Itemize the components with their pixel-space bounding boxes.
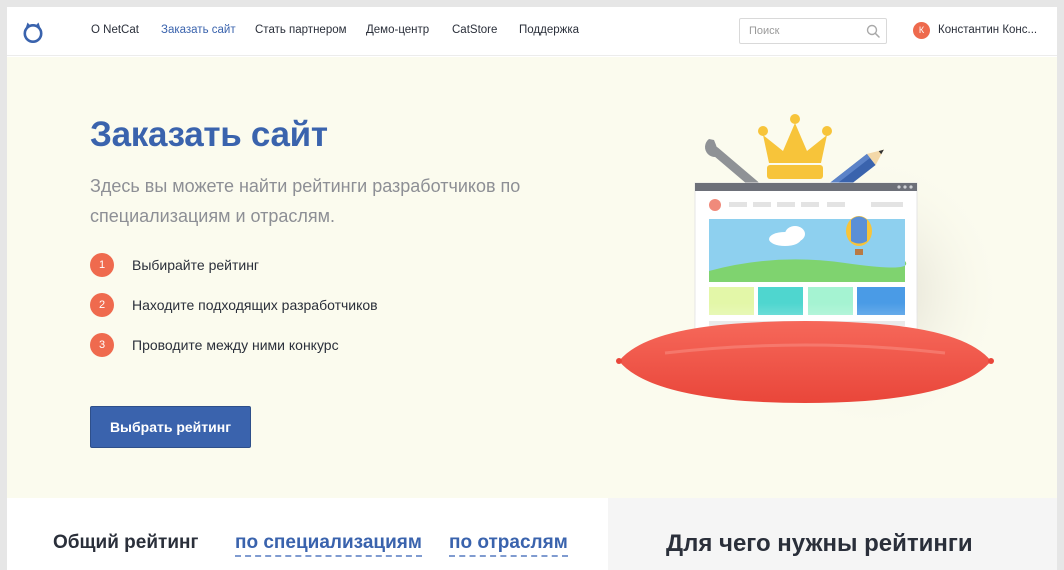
avatar[interactable]: К: [913, 22, 930, 39]
nav-item-order-site[interactable]: Заказать сайт: [161, 24, 236, 36]
page-title: Заказать сайт: [90, 115, 328, 154]
hero-subtitle: Здесь вы можете найти рейтинги разработч…: [90, 176, 521, 226]
step-text: Находите подходящих разработчиков: [132, 297, 378, 313]
why-ratings-title: Для чего нужны рейтинги: [666, 530, 973, 557]
step-number-badge: 3: [90, 333, 114, 357]
step-text: Проводите между ними конкурс: [132, 337, 339, 353]
search-box: [739, 18, 887, 44]
crown-icon: [758, 114, 832, 179]
nav-item-about[interactable]: О NetCat: [91, 24, 139, 36]
nav-item-become-partner[interactable]: Стать партнером: [255, 24, 347, 36]
choose-rating-button[interactable]: Выбрать рейтинг: [90, 406, 251, 448]
step-number-badge: 1: [90, 253, 114, 277]
search-input[interactable]: [740, 19, 860, 43]
page-frame: О NetCat Заказать сайт Стать партнером Д…: [7, 7, 1057, 570]
why-ratings-section: Для чего нужны рейтинги: [608, 498, 1057, 570]
step-number-badge: 2: [90, 293, 114, 317]
nav-item-support[interactable]: Поддержка: [519, 24, 579, 36]
ratings-tabs-section: Общий рейтинг по специализациям по отрас…: [7, 498, 608, 570]
tab-overall-rating[interactable]: Общий рейтинг: [53, 532, 198, 554]
step-text: Выбирайте рейтинг: [132, 257, 260, 273]
top-header: О NetCat Заказать сайт Стать партнером Д…: [7, 7, 1057, 56]
tab-by-industry[interactable]: по отраслям: [449, 532, 568, 557]
user-name[interactable]: Константин Конс...: [938, 24, 1037, 36]
hero-illustration: [616, 114, 995, 433]
nav-item-catstore[interactable]: CatStore: [452, 24, 497, 36]
hero-section: Заказать сайт Здесь вы можете найти рейт…: [7, 57, 1057, 498]
nav-item-demo-center[interactable]: Демо-центр: [366, 24, 429, 36]
search-icon[interactable]: [866, 24, 880, 38]
netcat-cat-logo-icon[interactable]: [21, 20, 45, 44]
tab-by-specialization[interactable]: по специализациям: [235, 532, 422, 557]
wrench-icon: [705, 139, 760, 190]
